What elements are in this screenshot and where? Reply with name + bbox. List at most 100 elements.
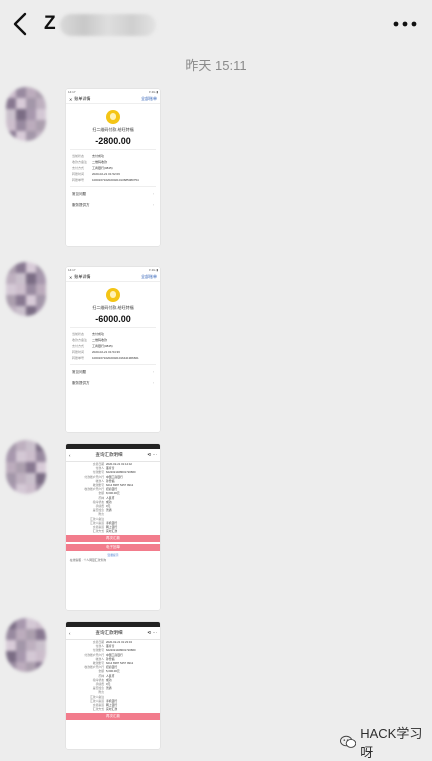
avatar-mosaic-cell — [36, 284, 46, 295]
footer-text: ·在线客服 · 个人网银汇款查询 — [69, 558, 106, 563]
chevron-right-icon: › — [152, 192, 154, 196]
avatar-mosaic-cell — [6, 284, 16, 295]
watermark: HACK学习呀 — [340, 723, 432, 761]
avatar-mosaic-cell — [36, 262, 46, 273]
avatar-mosaic-cell — [16, 462, 26, 473]
avatar-mosaic-cell — [6, 662, 16, 672]
avatar-mosaic-cell — [36, 295, 46, 306]
avatar-mosaic-cell — [6, 262, 16, 273]
chat-header: Z — [0, 0, 432, 48]
merchant-name: 扫二维码付款-给旺特福 — [92, 305, 134, 310]
provider-row: 服务提供方 › — [72, 381, 154, 385]
avatar-mosaic-cell — [6, 131, 16, 141]
transfer-again-button: 再次汇款 — [66, 535, 160, 543]
avatar-mosaic-cell — [16, 640, 26, 651]
avatar[interactable] — [6, 440, 46, 494]
image-message[interactable]: ‹ 查询汇款明细 ⟲ ··· 交易日期 2020-02-21 01:23:43 付款… — [66, 622, 160, 749]
avatar-mosaic-cell — [6, 440, 16, 451]
detail-row: 汇款方式 实时汇款 — [92, 529, 118, 534]
detail-row: 转账单号 1000167102020021016441966661 — [72, 355, 139, 360]
avatar-mosaic-cell — [36, 120, 46, 131]
avatar-mosaic-cell — [16, 284, 26, 295]
avatar-mosaic-cell — [36, 662, 46, 672]
avatar-mosaic-cell — [16, 120, 26, 131]
chevron-right-icon: › — [152, 381, 154, 385]
avatar-mosaic-cell — [26, 273, 36, 284]
avatar-mosaic-cell — [6, 484, 16, 494]
divider — [70, 363, 156, 364]
blurred-contact-name — [60, 14, 156, 36]
avatar-mosaic-cell — [6, 451, 16, 462]
avatar-mosaic-cell — [26, 651, 36, 662]
avatar-mosaic-cell — [26, 131, 36, 141]
bank-header: ‹ 查询汇款明细 ⟲ ··· — [66, 449, 160, 462]
more-options-icon[interactable] — [392, 20, 418, 28]
image-message[interactable]: 14:17 ▾ 4G ▮ ✕ 账单详情 全部账单 扫二维码付款-给旺特福 -28… — [66, 89, 160, 246]
avatar-mosaic-cell — [26, 87, 36, 98]
image-message[interactable]: 14:17 ▾ 4G ▮ ✕ 账单详情 全部账单 扫二维码付款-给旺特福 -60… — [66, 267, 160, 432]
transfer-details: 交易日期 2020-02-21 01:14:42 付款人 董育奇 付款账号 6222021… — [66, 462, 160, 533]
avatar-mosaic-cell — [36, 651, 46, 662]
close-icon: ✕ — [69, 274, 73, 280]
divider — [70, 149, 156, 150]
e-receipt-button: 电子回单 — [66, 544, 160, 552]
avatar-mosaic-cell — [16, 440, 26, 451]
wechat-official-account-icon — [340, 735, 357, 748]
avatar-mosaic-cell — [16, 484, 26, 494]
receipt-title: 账单详情 — [74, 274, 91, 279]
back-arrow-icon[interactable] — [10, 12, 32, 36]
avatar-mosaic-cell — [36, 451, 46, 462]
avatar-mosaic-cell — [16, 273, 26, 284]
receipt-header: ✕ 账单详情 全部账单 — [66, 273, 160, 282]
avatar-mosaic-cell — [36, 462, 46, 473]
avatar-mosaic-cell — [26, 462, 36, 473]
avatar-mosaic-cell — [26, 262, 36, 273]
avatar-mosaic-cell — [26, 295, 36, 306]
avatar-mosaic-cell — [16, 451, 26, 462]
avatar-mosaic-cell — [26, 640, 36, 651]
detail-row: 汇款方式 实时汇款 — [92, 707, 118, 712]
refresh-more-icon: ⟲ ··· — [147, 630, 157, 635]
avatar[interactable] — [6, 262, 46, 316]
avatar-mosaic-cell — [6, 120, 16, 131]
divider — [70, 327, 156, 328]
avatar-mosaic-cell — [16, 262, 26, 273]
avatar-mosaic-cell — [36, 440, 46, 451]
faq-row: 常见问题 › — [72, 192, 154, 196]
avatar-mosaic-cell — [16, 662, 26, 672]
merchant-coin-icon — [106, 110, 120, 124]
avatar-mosaic-cell — [16, 295, 26, 306]
payment-amount: -2800.00 — [95, 136, 131, 146]
avatar-mosaic-cell — [36, 473, 46, 484]
avatar-mosaic-cell — [6, 473, 16, 484]
refresh-more-icon: ⟲ ··· — [147, 452, 157, 457]
merchant-coin-icon — [106, 288, 120, 302]
image-message[interactable]: ‹ 查询汇款明细 ⟲ ··· 交易日期 2020-02-21 01:14:42 付款… — [66, 444, 160, 610]
avatar-mosaic-cell — [26, 629, 36, 640]
avatar[interactable] — [6, 618, 46, 672]
avatar-mosaic-cell — [6, 109, 16, 120]
avatar-mosaic-cell — [36, 629, 46, 640]
message-timestamp: 昨天 15:11 — [185, 58, 247, 73]
bank-header: ‹ 查询汇款明细 ⟲ ··· — [66, 627, 160, 640]
avatar-mosaic-cell — [26, 98, 36, 109]
avatar-mosaic-cell — [6, 273, 16, 284]
chat-title[interactable]: Z — [44, 13, 56, 35]
avatar-mosaic-cell — [26, 484, 36, 494]
avatar-mosaic-cell — [36, 640, 46, 651]
avatar-mosaic-cell — [26, 618, 36, 629]
avatar-mosaic-cell — [6, 640, 16, 651]
avatar-mosaic-cell — [26, 451, 36, 462]
avatar-mosaic-cell — [36, 87, 46, 98]
bank-title: 查询汇款明细 — [95, 452, 123, 457]
avatar-mosaic-cell — [36, 131, 46, 141]
avatar-mosaic-cell — [6, 295, 16, 306]
avatar-mosaic-cell — [6, 629, 16, 640]
close-icon: ✕ — [69, 96, 73, 102]
all-bills-link: 全部账单 — [141, 96, 157, 101]
avatar[interactable] — [6, 87, 46, 141]
divider — [70, 185, 156, 186]
watermark-text: HACK学习呀 — [360, 726, 423, 760]
avatar-mosaic-cell — [36, 109, 46, 120]
bank-title: 查询汇款明细 — [95, 630, 123, 635]
